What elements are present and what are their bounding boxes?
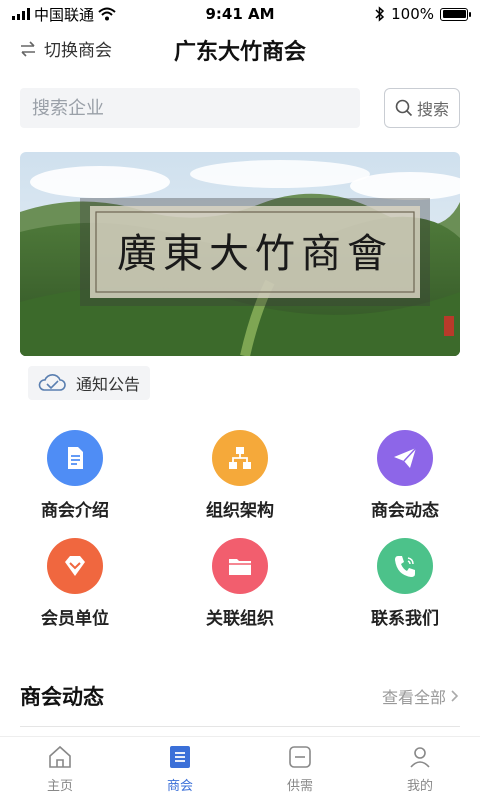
grid-label: 联系我们 — [371, 609, 439, 629]
news-section-header: 商会动态 查看全部 — [20, 680, 460, 712]
tab-label: 我的 — [406, 779, 433, 794]
paper-plane-icon — [394, 447, 417, 468]
divider — [20, 726, 460, 727]
bluetooth-icon — [375, 6, 385, 22]
search-input[interactable] — [20, 88, 360, 128]
battery-percent: 100% — [391, 5, 434, 23]
org-chart-icon — [229, 447, 251, 469]
folder-icon — [229, 559, 251, 575]
grid-icon-bg — [377, 430, 433, 486]
status-left: 中国联通 — [12, 4, 116, 25]
chamber-icon — [170, 746, 190, 768]
cloud-announcement-icon — [38, 374, 66, 391]
grid-icon-bg — [212, 430, 268, 486]
battery-icon — [440, 7, 471, 21]
document-icon — [68, 447, 83, 469]
grid-item-org-structure[interactable]: 组织架构 — [180, 430, 300, 521]
diamond-icon — [65, 556, 85, 576]
home-icon — [49, 745, 71, 768]
grid-item-member-units[interactable]: 会员单位 — [15, 538, 135, 629]
search-icon — [395, 99, 413, 117]
carrier-name: 中国联通 — [34, 5, 95, 24]
grid-item-chamber-news[interactable]: 商会动态 — [345, 430, 465, 521]
grid-icon-bg — [47, 538, 103, 594]
grid-label: 关联组织 — [206, 609, 274, 629]
banner-calligraphy: 廣東大竹商會 — [117, 231, 393, 277]
tab-label: 商会 — [166, 779, 193, 794]
banner-image: 廣東大竹商會 — [20, 152, 460, 356]
grid-label: 商会介绍 — [41, 501, 109, 521]
search-button-label: 搜索 — [416, 100, 449, 119]
view-all-link[interactable]: 查看全部 — [382, 684, 460, 708]
tab-label: 主页 — [46, 779, 73, 794]
grid-icon-bg — [212, 538, 268, 594]
switch-chamber-label: 切换商会 — [44, 41, 112, 61]
status-right: 100% — [375, 5, 471, 23]
grid-label: 会员单位 — [41, 609, 109, 629]
view-all-label: 查看全部 — [381, 688, 446, 707]
tab-home[interactable]: 主页 — [0, 737, 120, 800]
signal-icon — [12, 8, 30, 20]
grid-item-related-orgs[interactable]: 关联组织 — [180, 538, 300, 629]
swap-icon — [21, 40, 35, 57]
notice-bar[interactable]: 通知公告 — [28, 366, 151, 400]
tab-supply-demand[interactable]: 供需 — [240, 737, 360, 800]
switch-chamber-button[interactable]: 切换商会 — [18, 36, 112, 61]
search-row: 搜索 — [20, 88, 460, 128]
chevron-right-icon — [451, 690, 459, 702]
tab-profile[interactable]: 我的 — [360, 737, 480, 800]
section-title: 商会动态 — [20, 685, 104, 709]
nav-bar: 切换商会 广东大竹商会 — [0, 30, 480, 66]
grid-label: 组织架构 — [206, 501, 274, 521]
grid-icon-bg — [377, 538, 433, 594]
grid-label: 商会动态 — [371, 501, 439, 521]
notice-label: 通知公告 — [76, 375, 141, 394]
search-button[interactable]: 搜索 — [384, 88, 460, 128]
supply-demand-icon — [289, 746, 311, 768]
wifi-icon — [98, 7, 116, 21]
grid-icon-bg — [47, 430, 103, 486]
tab-label: 供需 — [286, 779, 313, 794]
status-bar: 中国联通 9:41 AM 100% — [0, 0, 480, 28]
bottom-tab-bar: 主页 商会 供需 我的 — [0, 736, 480, 800]
banner-carousel[interactable]: 廣東大竹商會 — [20, 152, 460, 356]
grid-item-chamber-intro[interactable]: 商会介绍 — [15, 430, 135, 521]
profile-icon — [410, 747, 430, 768]
phone-icon — [395, 556, 415, 577]
grid-item-contact-us[interactable]: 联系我们 — [345, 538, 465, 629]
tab-chamber[interactable]: 商会 — [120, 737, 240, 800]
